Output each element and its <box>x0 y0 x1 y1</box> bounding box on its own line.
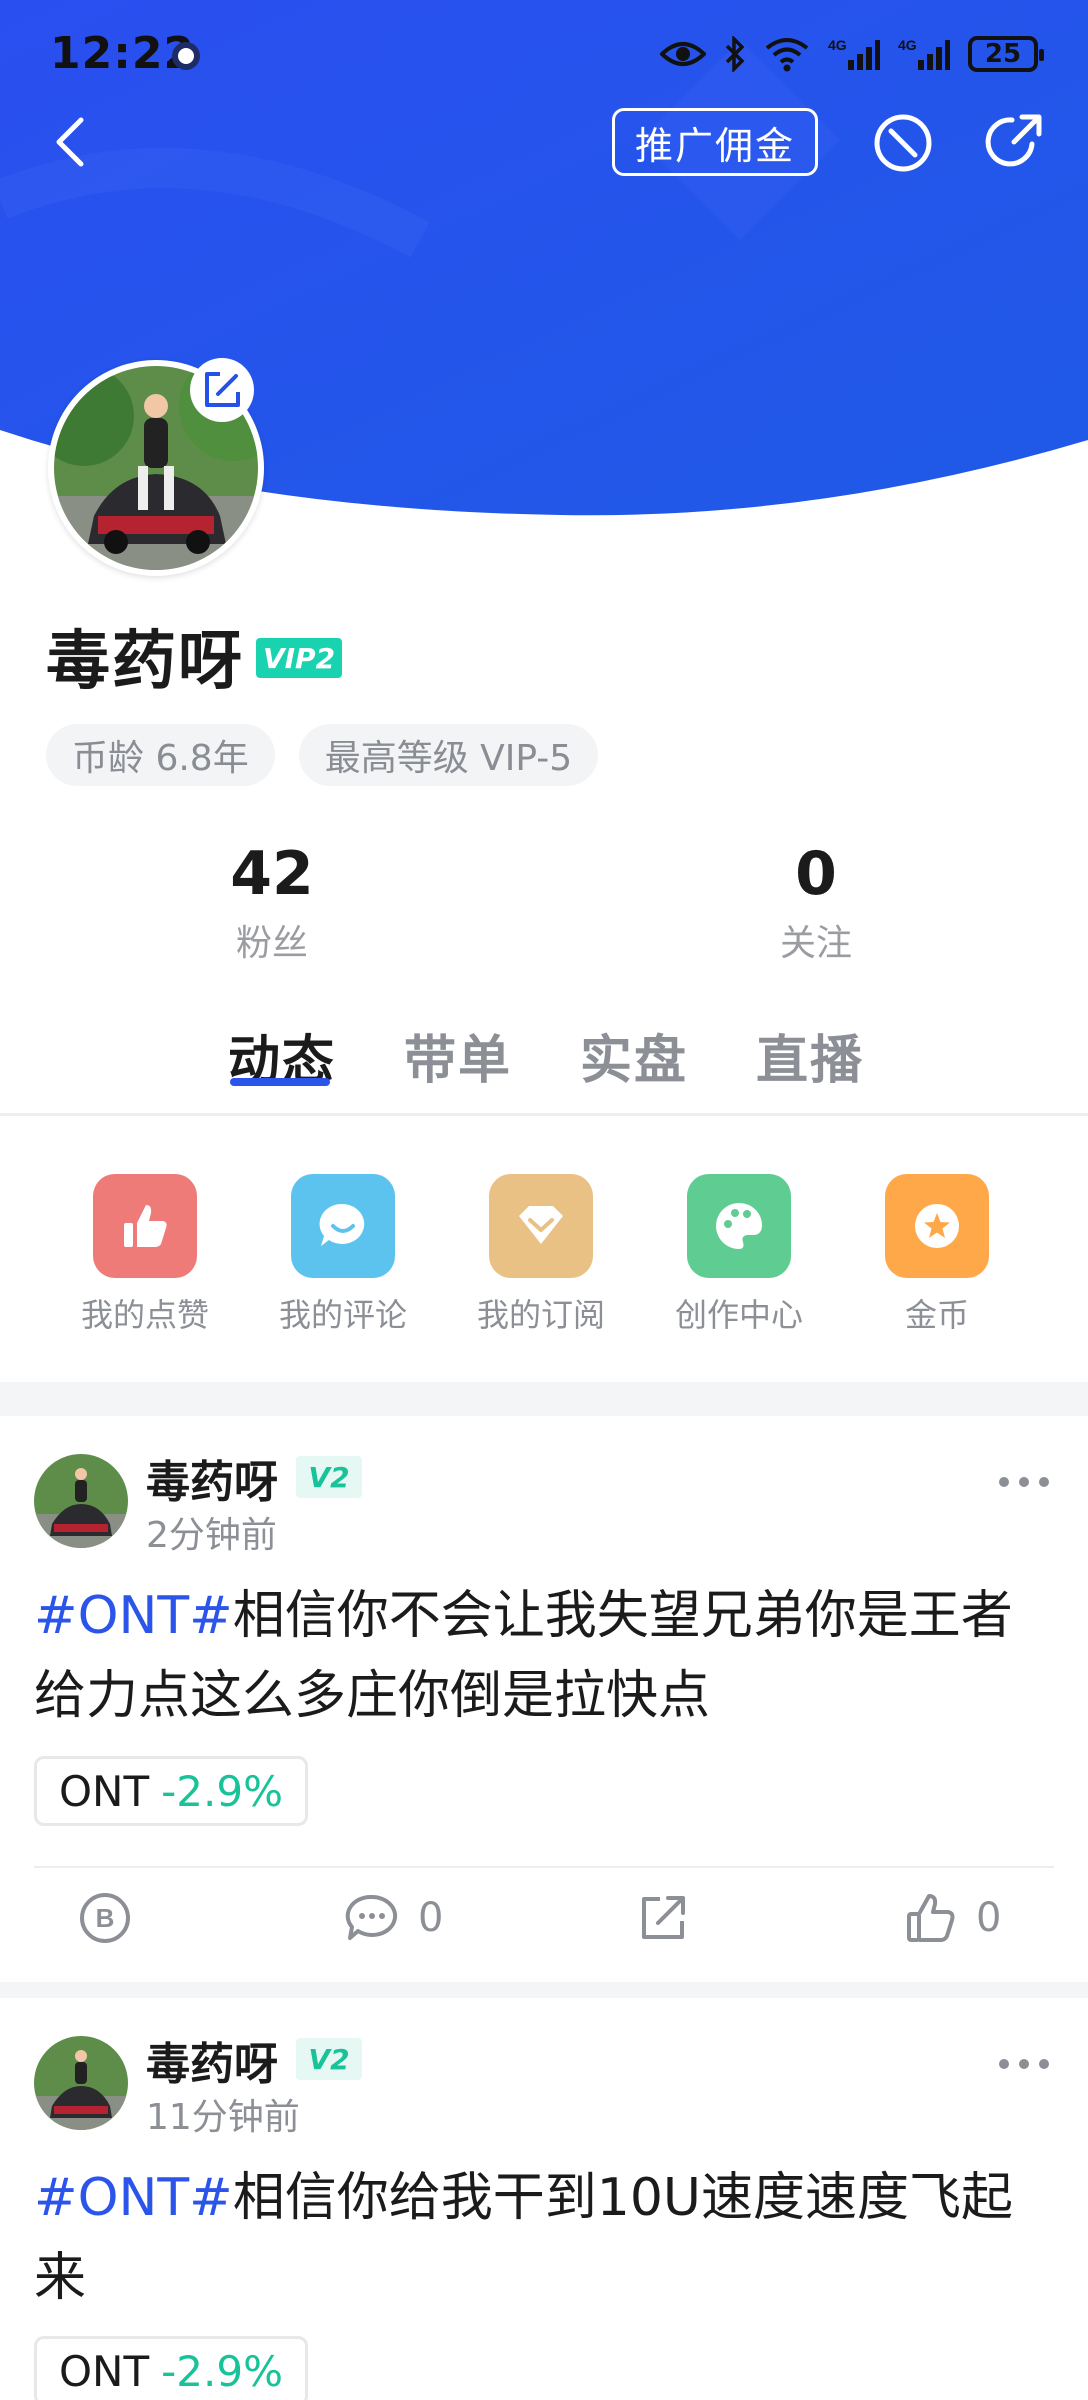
creator-center-label: 创作中心 <box>674 1296 803 1334</box>
svg-text:4G: 4G <box>828 37 847 53</box>
post-timestamp: 2分钟前 <box>146 1515 277 1556</box>
following-label: 关注 <box>779 923 852 964</box>
coin-age-chip: 币龄 6.8年 <box>46 724 275 786</box>
comment-button[interactable]: 0 <box>344 1878 443 1958</box>
my-likes-label: 我的点赞 <box>80 1296 209 1334</box>
followers-count: 42 <box>230 839 314 909</box>
post-hashtag[interactable]: #ONT# <box>34 1586 233 1646</box>
max-level-chip: 最高等级 VIP-5 <box>298 724 599 786</box>
thumbs-up-outline-icon <box>907 1894 955 1942</box>
forward-icon <box>642 1896 685 1939</box>
back-button[interactable] <box>40 112 100 172</box>
promotion-commission-button[interactable]: 推广佣金 <box>612 108 818 176</box>
my-subscriptions-label: 我的订阅 <box>476 1296 605 1334</box>
section-divider <box>0 1382 1088 1416</box>
tab-copy-trading[interactable]: 带单 <box>404 1018 512 1093</box>
comment-count: 0 <box>418 1895 444 1941</box>
post-card[interactable]: 毒药呀 V2 11分钟前 #ONT#相信你给我干到10U速度速度飞起来 ONT … <box>0 1998 1088 2400</box>
post-card[interactable]: 毒药呀 V2 2分钟前 #ONT#相信你不会让我失望兄弟你是王者给力点这么多庄你… <box>0 1416 1088 1982</box>
share-icon <box>985 114 1042 167</box>
share-button[interactable] <box>982 110 1046 174</box>
chat-bubble-icon <box>291 1174 395 1278</box>
edit-icon <box>205 372 240 407</box>
forward-button[interactable] <box>638 1878 688 1958</box>
following-stat[interactable]: 0 关注 <box>716 838 916 966</box>
post-more-button[interactable] <box>996 1472 1052 1492</box>
chevron-left-icon <box>56 117 84 167</box>
top-navigation: 推广佣金 <box>0 100 1088 184</box>
tip-button[interactable]: B <box>78 1878 132 1958</box>
comment-icon <box>345 1894 398 1940</box>
like-button[interactable]: 0 <box>904 1878 1001 1958</box>
notification-dot-icon <box>172 42 200 70</box>
wifi-icon <box>765 38 809 72</box>
coin-tip-icon: B <box>80 1893 130 1943</box>
palette-icon <box>687 1174 791 1278</box>
post-divider <box>0 1982 1088 1998</box>
post-timestamp: 11分钟前 <box>146 2097 300 2138</box>
status-icons: 4G 4G 25 <box>660 30 1044 78</box>
coin-change: -2.9% <box>161 2346 283 2396</box>
profile-username: 毒药呀 <box>46 625 244 699</box>
battery-icon: 25 <box>968 36 1044 72</box>
status-bar: 12:22 4G 4G 25 <box>0 0 1088 110</box>
signal-4g-icon-1: 4G <box>828 37 880 70</box>
following-count: 0 <box>795 839 837 909</box>
thumbs-up-icon <box>93 1174 197 1278</box>
bluetooth-icon <box>725 36 745 72</box>
quick-actions: 我的点赞 我的评论 我的订阅 创作中心 金币 <box>0 1150 1088 1350</box>
my-subscriptions-button[interactable]: 我的订阅 <box>456 1174 626 1336</box>
svg-text:4G: 4G <box>898 37 917 53</box>
post-author-avatar[interactable] <box>34 1454 128 1548</box>
post-content: #ONT#相信你给我干到10U速度速度飞起来 <box>34 2158 1054 2318</box>
gold-coins-label: 金币 <box>904 1296 969 1334</box>
like-count: 0 <box>976 1895 1002 1941</box>
coin-tag[interactable]: ONT -2.9% <box>34 1756 308 1826</box>
post-author-name[interactable]: 毒药呀 <box>146 1446 278 1510</box>
profile-tabs: 动态 带单 实盘 直播 <box>0 1018 1088 1116</box>
post-author-avatar[interactable] <box>34 2036 128 2130</box>
gold-coins-button[interactable]: 金币 <box>852 1174 1022 1336</box>
creator-center-button[interactable]: 创作中心 <box>654 1174 824 1336</box>
post-separator <box>34 1866 1054 1868</box>
profile-chips: 币龄 6.8年 最高等级 VIP-5 <box>46 724 599 786</box>
coin-symbol: ONT <box>59 1766 150 1816</box>
my-comments-button[interactable]: 我的评论 <box>258 1174 428 1336</box>
author-level-badge: V2 <box>296 2038 362 2080</box>
post-author-name[interactable]: 毒药呀 <box>146 2028 278 2092</box>
followers-label: 粉丝 <box>235 923 308 964</box>
tab-livestream[interactable]: 直播 <box>756 1018 864 1093</box>
coin-symbol: ONT <box>59 2346 150 2396</box>
my-likes-button[interactable]: 我的点赞 <box>60 1174 230 1336</box>
more-dots-icon <box>999 2059 1049 2069</box>
edit-profile-button[interactable] <box>190 358 254 422</box>
block-icon <box>874 114 932 172</box>
coin-tag[interactable]: ONT -2.9% <box>34 2336 308 2400</box>
signal-4g-icon-2: 4G <box>898 37 950 70</box>
vip-badge: VIP2 <box>256 638 342 678</box>
diamond-icon <box>489 1174 593 1278</box>
tab-live-account[interactable]: 实盘 <box>580 1018 688 1093</box>
post-more-button[interactable] <box>996 2054 1052 2074</box>
svg-text:B: B <box>96 1903 115 1933</box>
followers-stat[interactable]: 42 粉丝 <box>172 838 372 966</box>
post-actions: B 0 0 <box>0 1878 1088 1958</box>
profile-stats: 42 粉丝 0 关注 <box>0 838 1088 978</box>
eye-icon <box>660 42 706 66</box>
more-dots-icon <box>999 1477 1049 1487</box>
post-content: #ONT#相信你不会让我失望兄弟你是王者给力点这么多庄你倒是拉快点 <box>34 1576 1054 1736</box>
post-hashtag[interactable]: #ONT# <box>34 2168 233 2228</box>
author-level-badge: V2 <box>296 1456 362 1498</box>
active-tab-indicator <box>230 1078 330 1086</box>
block-button[interactable] <box>872 112 934 174</box>
coin-change: -2.9% <box>161 1766 283 1816</box>
star-coin-icon <box>885 1174 989 1278</box>
my-comments-label: 我的评论 <box>278 1296 407 1334</box>
